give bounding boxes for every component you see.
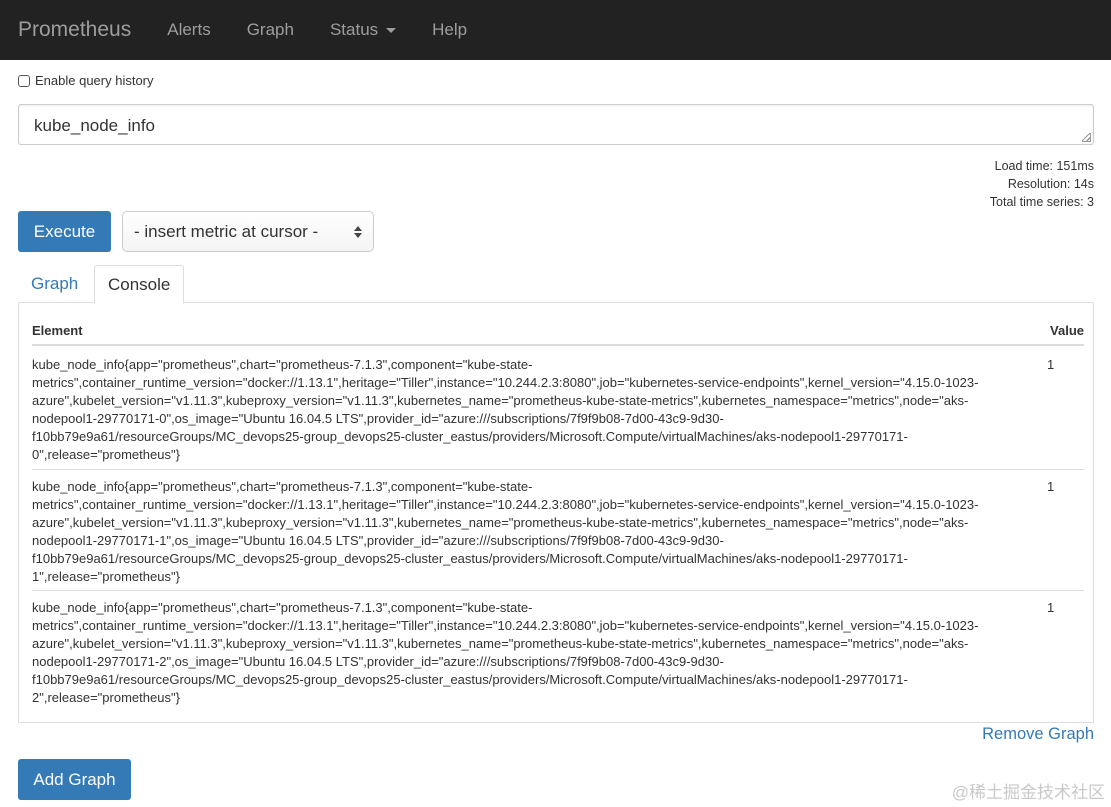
- row-value: 1: [1047, 357, 1055, 372]
- nav-status-label: Status: [329, 20, 379, 39]
- query-history-toggle[interactable]: Enable query history: [18, 73, 154, 88]
- remove-graph-link[interactable]: Remove Graph: [982, 725, 1094, 744]
- view-tabs: Graph Console: [18, 265, 1094, 304]
- total-time-series: Total time series: 3: [989, 195, 1094, 209]
- add-graph-button[interactable]: Add Graph: [18, 759, 131, 800]
- tab-graph[interactable]: Graph: [18, 265, 91, 303]
- console-panel: Element Value kube_node_info{app="promet…: [18, 302, 1094, 723]
- select-arrows-icon: [354, 225, 362, 238]
- table-header: Element Value: [32, 322, 1084, 346]
- query-history-checkbox[interactable]: [18, 74, 30, 87]
- resize-handle-icon[interactable]: [1082, 133, 1091, 142]
- watermark: @稀土掘金技术社区: [951, 783, 1105, 802]
- tab-console[interactable]: Console: [94, 265, 185, 304]
- query-history-label: Enable query history: [35, 73, 154, 88]
- nav-help[interactable]: Help: [432, 20, 467, 40]
- nav-status-dropdown[interactable]: Status: [329, 20, 397, 40]
- row-value: 1: [1047, 600, 1055, 615]
- query-stats: Load time: 151ms Resolution: 14s Total t…: [990, 157, 1094, 211]
- table-row: kube_node_info{app="prometheus",chart="p…: [32, 348, 1084, 469]
- resolution: Resolution: 14s: [1007, 177, 1094, 191]
- chevron-down-icon: [386, 27, 397, 33]
- expression-input[interactable]: kube_node_info: [18, 104, 1094, 145]
- insert-metric-selected: - insert metric at cursor -: [134, 221, 319, 241]
- row-value: 1: [1047, 479, 1055, 494]
- brand-link[interactable]: Prometheus: [18, 18, 131, 42]
- row-element: kube_node_info{app="prometheus",chart="p…: [32, 600, 979, 705]
- row-element: kube_node_info{app="prometheus",chart="p…: [32, 479, 979, 584]
- load-time: Load time: 151ms: [994, 159, 1094, 173]
- navbar: Prometheus Alerts Graph Status Help: [0, 0, 1111, 60]
- nav-alerts[interactable]: Alerts: [167, 20, 210, 40]
- insert-metric-select[interactable]: - insert metric at cursor -: [122, 211, 374, 252]
- execute-button[interactable]: Execute: [18, 211, 111, 252]
- column-header-value: Value: [1050, 323, 1084, 338]
- expression-text: kube_node_info: [34, 116, 156, 135]
- table-row: kube_node_info{app="prometheus",chart="p…: [32, 590, 1084, 711]
- column-header-element: Element: [32, 323, 83, 338]
- nav-graph[interactable]: Graph: [247, 20, 294, 40]
- table-row: kube_node_info{app="prometheus",chart="p…: [32, 469, 1084, 590]
- row-element: kube_node_info{app="prometheus",chart="p…: [32, 357, 979, 462]
